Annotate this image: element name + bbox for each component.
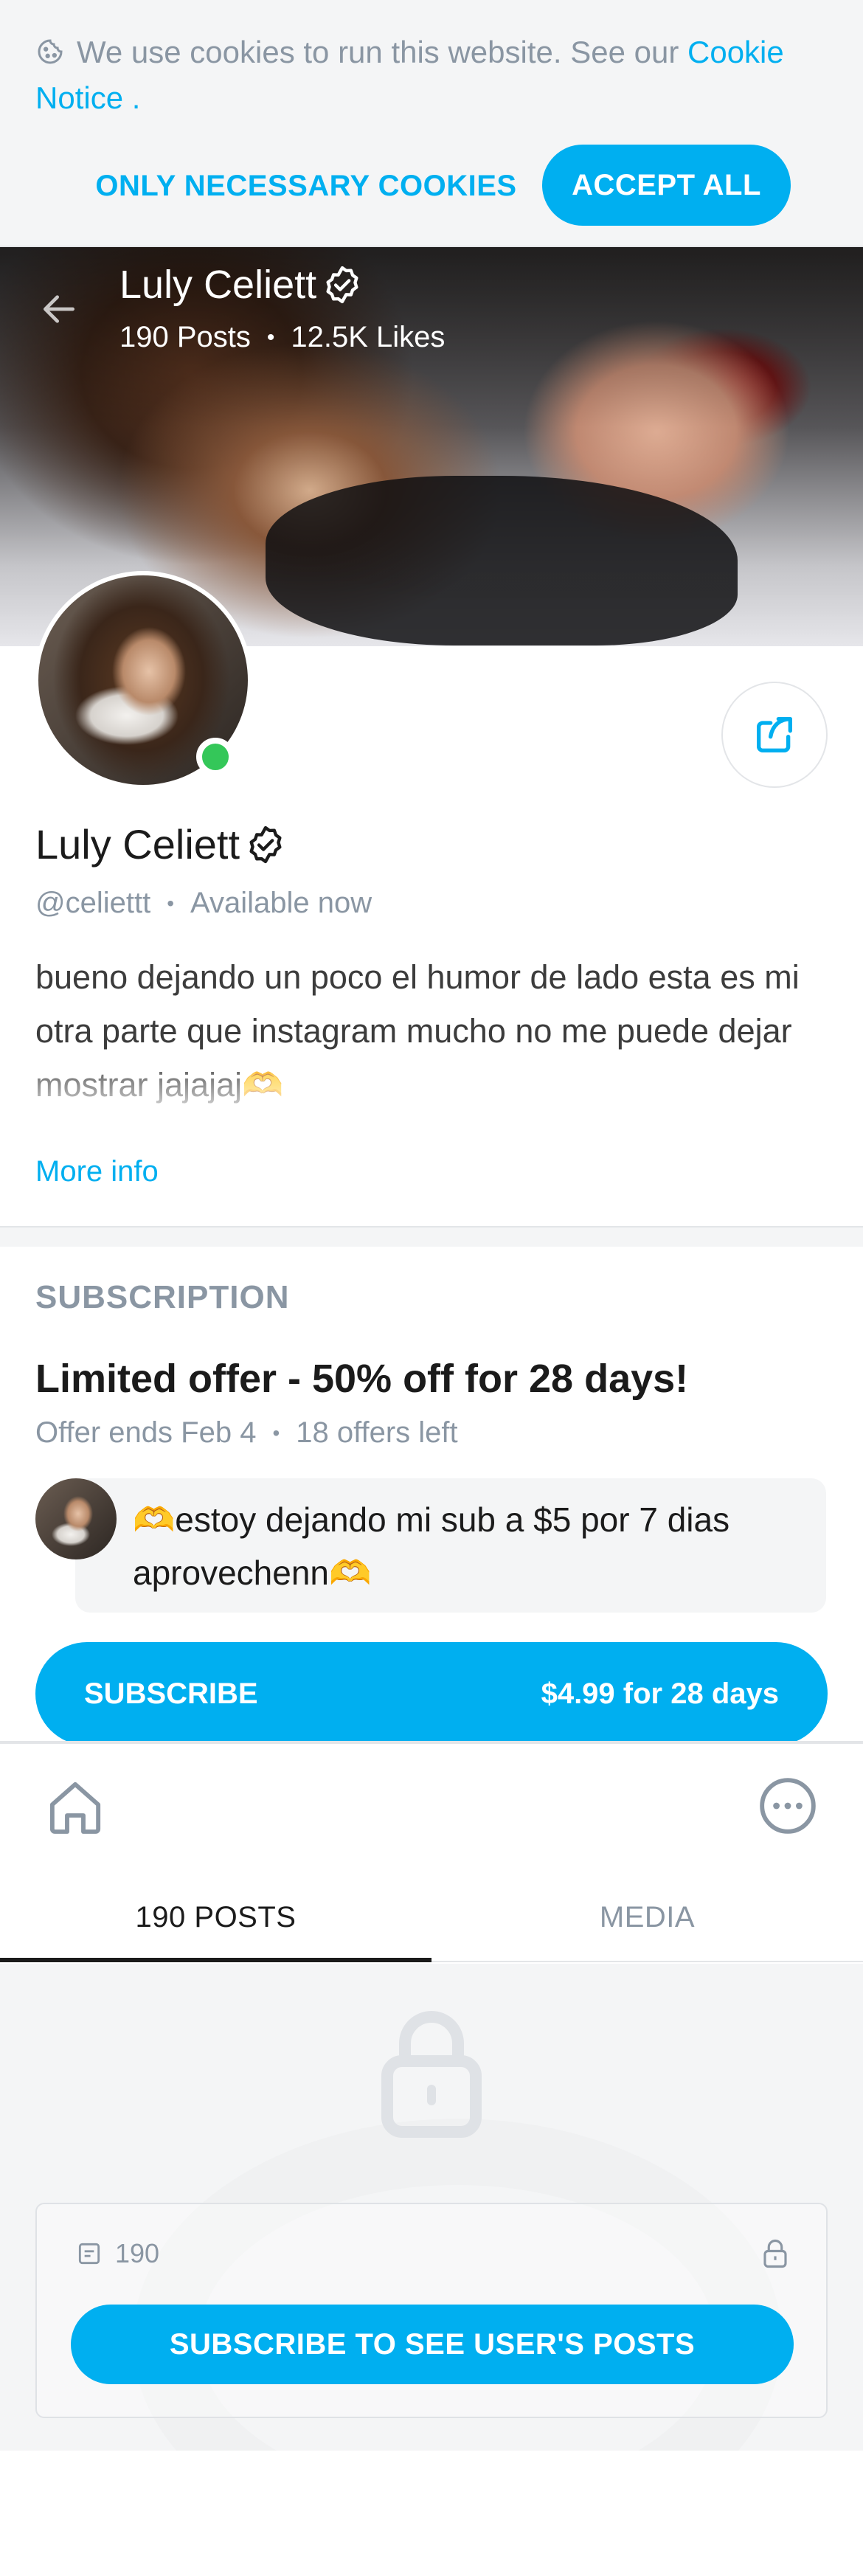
post-count: 190 — [115, 2238, 160, 2268]
small-lock-icon — [763, 2239, 787, 2268]
cookie-banner: We use cookies to run this website. See … — [0, 0, 863, 247]
only-necessary-cookies-button[interactable]: ONLY NECESSARY COOKIES — [89, 145, 524, 227]
offer-title: Limited offer - 50% off for 28 days! — [35, 1357, 689, 1401]
online-status-indicator — [196, 738, 235, 776]
cookie-message: We use cookies to run this website. See … — [77, 35, 679, 69]
content-tabs: 190 POSTS MEDIA — [0, 1874, 863, 1962]
profile-title: Luly Celiett — [35, 820, 287, 868]
home-icon[interactable] — [43, 1775, 108, 1840]
tab-media[interactable]: MEDIA — [432, 1874, 863, 1961]
locked-posts-card: 190 SUBSCRIBE TO SEE USER'S POSTS — [35, 2203, 828, 2418]
cover-title: Luly Celiett — [119, 262, 364, 308]
likes-count: 12.5K Likes — [291, 321, 446, 353]
post-count-row: 190 — [75, 2238, 159, 2269]
posts-count: 190 Posts — [119, 321, 251, 353]
handle-separator: • — [167, 891, 175, 915]
subscribe-button[interactable]: SUBSCRIBE $4.99 for 28 days — [35, 1642, 828, 1745]
availability-status: Available now — [190, 887, 372, 919]
subscribe-price: $4.99 for 28 days — [541, 1677, 779, 1710]
offer-ends: Offer ends Feb 4 — [35, 1416, 257, 1449]
cover-stats: 190 Posts • 12.5K Likes — [119, 321, 445, 354]
accept-all-button[interactable]: ACCEPT ALL — [542, 145, 791, 226]
profile-toolbar — [0, 1744, 863, 1874]
lock-icon — [381, 2011, 482, 2138]
profile-name: Luly Celiett — [35, 821, 240, 868]
offer-separator: • — [272, 1421, 280, 1444]
subscription-heading: SUBSCRIPTION — [35, 1279, 290, 1315]
more-options-icon[interactable] — [755, 1773, 820, 1838]
cookie-period: . — [131, 80, 141, 115]
post-icon — [78, 2243, 100, 2265]
bio-fade — [0, 1055, 863, 1114]
share-button[interactable] — [721, 682, 828, 788]
cookie-icon — [38, 39, 63, 64]
locked-content-area: 190 SUBSCRIBE TO SEE USER'S POSTS — [0, 1964, 863, 2451]
offers-left: 18 offers left — [296, 1416, 458, 1449]
cover-name: Luly Celiett — [119, 263, 317, 307]
back-arrow-icon[interactable] — [38, 288, 80, 330]
profile-handle: @celiettt — [35, 887, 151, 919]
more-info-link[interactable]: More info — [35, 1155, 159, 1188]
verified-badge-icon — [249, 825, 282, 863]
offer-meta: Offer ends Feb 4 • 18 offers left — [35, 1416, 458, 1450]
subscribe-label: SUBSCRIBE — [84, 1677, 258, 1710]
message-avatar — [35, 1478, 117, 1559]
subscribe-to-see-posts-button[interactable]: SUBSCRIBE TO SEE USER'S POSTS — [71, 2305, 794, 2384]
stats-separator: • — [266, 325, 275, 350]
offer-message: 🫶estoy dejando mi sub a $5 por 7 dias ap… — [75, 1478, 826, 1613]
share-icon — [757, 717, 792, 752]
cookie-text: We use cookies to run this website. See … — [35, 30, 832, 121]
profile-handle-row: @celiettt • Available now — [35, 887, 372, 920]
section-divider — [0, 1226, 863, 1247]
tab-posts[interactable]: 190 POSTS — [0, 1874, 432, 1962]
verified-badge-icon — [326, 266, 358, 304]
